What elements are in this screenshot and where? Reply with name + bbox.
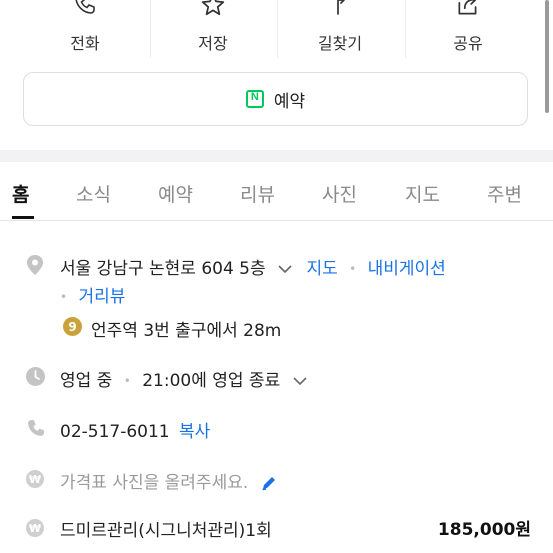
separator-dot: • xyxy=(60,290,68,304)
separator-dot: • xyxy=(349,262,357,276)
hours-status: 영업 중 xyxy=(60,371,113,391)
won-icon: ₩ xyxy=(26,470,44,488)
price-photo-row[interactable]: 가격표 사진을 올려주세요. xyxy=(60,468,278,493)
star-icon xyxy=(201,0,225,16)
subway-text: 언주역 3번 출구에서 28m xyxy=(91,321,282,341)
clock-icon xyxy=(26,367,45,386)
action-bar: 전화 저장 길찾기 공유 xyxy=(0,0,553,62)
phone-row: 02-517-6011 복사 xyxy=(60,417,210,442)
phone-number[interactable]: 02-517-6011 xyxy=(60,422,170,442)
address-text: 서울 강남구 논현로 604 5층 xyxy=(60,259,266,279)
phone-icon xyxy=(75,0,95,14)
call-label: 전화 xyxy=(70,34,100,53)
street-view-row: • 거리뷰 xyxy=(60,282,125,307)
share-button[interactable]: 공유 xyxy=(409,0,527,62)
tabs-divider xyxy=(0,220,553,221)
subway-line-badge: 9 xyxy=(63,317,82,336)
won-icon: ₩ xyxy=(26,519,44,537)
pencil-icon[interactable] xyxy=(260,474,278,492)
menu-item-price: 185,000원 xyxy=(437,520,531,540)
navigation-link[interactable]: 내비게이션 xyxy=(368,259,446,279)
tab-reviews[interactable]: 리뷰 xyxy=(240,180,275,207)
active-tab-indicator xyxy=(12,216,34,219)
directions-label: 길찾기 xyxy=(317,34,363,53)
divider xyxy=(405,0,406,58)
copy-phone-link[interactable]: 복사 xyxy=(179,422,210,442)
tab-bar: 홈 소식 예약 리뷰 사진 지도 주변 xyxy=(0,162,553,220)
divider xyxy=(150,0,151,58)
price-photo-prompt: 가격표 사진을 올려주세요. xyxy=(60,473,249,493)
reserve-label: 예약 xyxy=(273,91,306,112)
menu-item-name: 드미르관리(시그니처관리)1회 xyxy=(60,521,272,541)
tab-home[interactable]: 홈 xyxy=(12,180,29,207)
share-label: 공유 xyxy=(453,34,483,53)
street-view-link[interactable]: 거리뷰 xyxy=(78,287,125,307)
location-pin-icon xyxy=(27,255,43,275)
save-button[interactable]: 저장 xyxy=(154,0,272,62)
tab-map[interactable]: 지도 xyxy=(405,180,440,207)
share-icon xyxy=(458,0,477,15)
chevron-down-icon[interactable] xyxy=(277,264,293,274)
directions-icon xyxy=(337,0,345,15)
address-row: 서울 강남구 논현로 604 5층 지도 • 내비게이션 xyxy=(60,254,446,279)
tab-photos[interactable]: 사진 xyxy=(322,180,357,207)
separator-dot: • xyxy=(123,374,131,388)
hours-detail: 21:00에 영업 종료 xyxy=(142,371,281,391)
section-gap xyxy=(0,150,553,162)
directions-button[interactable]: 길찾기 xyxy=(281,0,399,62)
naver-booking-icon: N xyxy=(245,90,264,108)
map-link[interactable]: 지도 xyxy=(306,259,337,279)
phone-icon xyxy=(28,420,44,436)
chevron-down-icon[interactable] xyxy=(292,376,308,386)
divider xyxy=(277,0,278,58)
hours-row[interactable]: 영업 중 • 21:00에 영업 종료 xyxy=(60,366,308,391)
save-label: 저장 xyxy=(198,34,228,53)
tab-news[interactable]: 소식 xyxy=(76,180,111,207)
scrollbar[interactable] xyxy=(545,0,549,113)
call-button[interactable]: 전화 xyxy=(26,0,144,62)
reserve-button[interactable]: N 예약 xyxy=(23,72,528,126)
tab-booking[interactable]: 예약 xyxy=(158,180,193,207)
tab-nearby[interactable]: 주변 xyxy=(487,180,522,207)
